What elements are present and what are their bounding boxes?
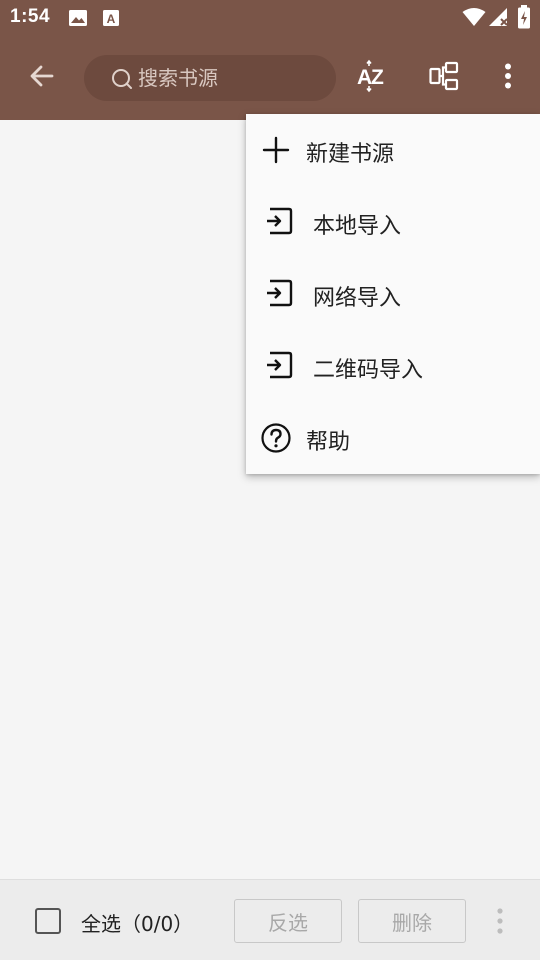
- import-icon: [264, 278, 296, 310]
- menu-item-help[interactable]: 帮助: [246, 402, 540, 474]
- menu-item-label: 二维码导入: [313, 358, 424, 383]
- menu-item-label: 帮助: [306, 430, 351, 455]
- menu-item-label: 本地导入: [313, 214, 402, 239]
- status-time: 1:54: [10, 6, 51, 27]
- select-all-label[interactable]: 全选（0/0）: [81, 908, 193, 937]
- menu-item-qr-import[interactable]: 二维码导入: [246, 330, 540, 402]
- group-icon: [428, 60, 460, 96]
- help-circle-icon: [260, 422, 292, 454]
- select-all-checkbox[interactable]: [35, 908, 61, 934]
- delete-button[interactable]: 删除: [358, 899, 466, 943]
- menu-item-new-source[interactable]: 新建书源: [246, 114, 540, 186]
- more-vertical-icon: [504, 63, 512, 93]
- menu-item-network-import[interactable]: 网络导入: [246, 258, 540, 330]
- svg-text:A: A: [107, 12, 116, 26]
- group-button[interactable]: [420, 54, 468, 102]
- invert-selection-button[interactable]: 反选: [234, 899, 342, 943]
- menu-item-local-import[interactable]: 本地导入: [246, 186, 540, 258]
- signal-icon: [488, 7, 510, 31]
- bottom-action-bar: 全选（0/0） 反选 删除: [0, 879, 540, 960]
- svg-text:Z: Z: [371, 66, 384, 89]
- sort-az-icon: A Z: [355, 59, 389, 97]
- battery-icon: [517, 5, 531, 33]
- menu-item-label: 网络导入: [313, 286, 402, 311]
- sort-button[interactable]: A Z: [348, 54, 396, 102]
- image-icon: [68, 8, 88, 32]
- menu-item-label: 新建书源: [306, 142, 395, 167]
- search-input[interactable]: [138, 55, 328, 101]
- text-icon: A: [102, 8, 120, 32]
- more-vertical-icon[interactable]: [488, 906, 512, 936]
- svg-text:A: A: [357, 66, 372, 89]
- plus-icon: [260, 134, 292, 166]
- arrow-left-icon: [28, 62, 56, 94]
- search-icon: [110, 67, 134, 95]
- overflow-menu: 新建书源 本地导入 网络导入 二维码导入 帮助: [246, 114, 540, 474]
- search-box[interactable]: [84, 55, 336, 101]
- app-bar: 1:54 A 搜索书源 A Z: [0, 0, 540, 120]
- import-icon: [264, 350, 296, 382]
- more-button[interactable]: [484, 54, 532, 102]
- import-icon: [264, 206, 296, 238]
- back-button[interactable]: [18, 54, 66, 102]
- toolbar: A Z: [0, 36, 540, 120]
- status-bar: 1:54 A: [0, 0, 540, 36]
- wifi-icon: [462, 7, 486, 31]
